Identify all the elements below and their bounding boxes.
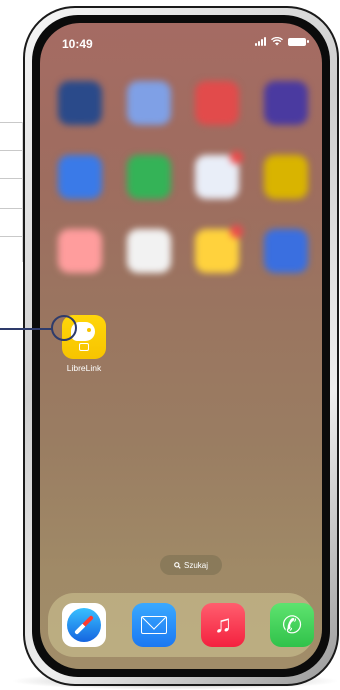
- status-time: 10:49: [62, 37, 93, 51]
- app-grid: [58, 81, 308, 303]
- pointer-ring: [51, 315, 77, 341]
- blurred-app[interactable]: [195, 81, 240, 125]
- blurred-app[interactable]: [126, 229, 171, 273]
- home-screen: 10:49 LibreLink Szukaj ♫ ✆: [40, 23, 322, 669]
- blurred-app[interactable]: [195, 151, 244, 199]
- background-line: [0, 236, 22, 237]
- background-line: [0, 122, 22, 123]
- mail-icon[interactable]: [132, 603, 176, 647]
- blurred-app[interactable]: [58, 229, 102, 273]
- blurred-app[interactable]: [263, 155, 308, 199]
- search-icon: [174, 561, 181, 569]
- search-button[interactable]: Szukaj: [160, 555, 222, 575]
- phone-icon[interactable]: ✆: [270, 603, 314, 647]
- blurred-app[interactable]: [126, 155, 171, 199]
- blurred-app[interactable]: [58, 155, 102, 199]
- pointer-line: [0, 328, 52, 330]
- signal-icon: [255, 37, 266, 46]
- safari-icon[interactable]: [62, 603, 106, 647]
- blurred-app[interactable]: [58, 81, 102, 125]
- background-line: [0, 208, 22, 209]
- blurred-app[interactable]: [126, 81, 171, 125]
- librelink-label: LibreLink: [66, 363, 102, 373]
- notification-badge: [230, 225, 244, 238]
- search-label: Szukaj: [183, 560, 208, 570]
- blurred-app[interactable]: [195, 225, 244, 273]
- background-line: [0, 178, 22, 179]
- wifi-icon: [271, 37, 283, 46]
- blurred-app[interactable]: [263, 229, 308, 273]
- music-icon[interactable]: ♫: [201, 603, 245, 647]
- librelink-sensor: [79, 343, 89, 351]
- status-icons: [255, 37, 309, 46]
- background-line: [0, 150, 22, 151]
- battery-icon: [288, 37, 309, 46]
- dock: ♫ ✆: [48, 593, 314, 657]
- blurred-app[interactable]: [263, 81, 308, 125]
- notification-badge: [230, 151, 244, 164]
